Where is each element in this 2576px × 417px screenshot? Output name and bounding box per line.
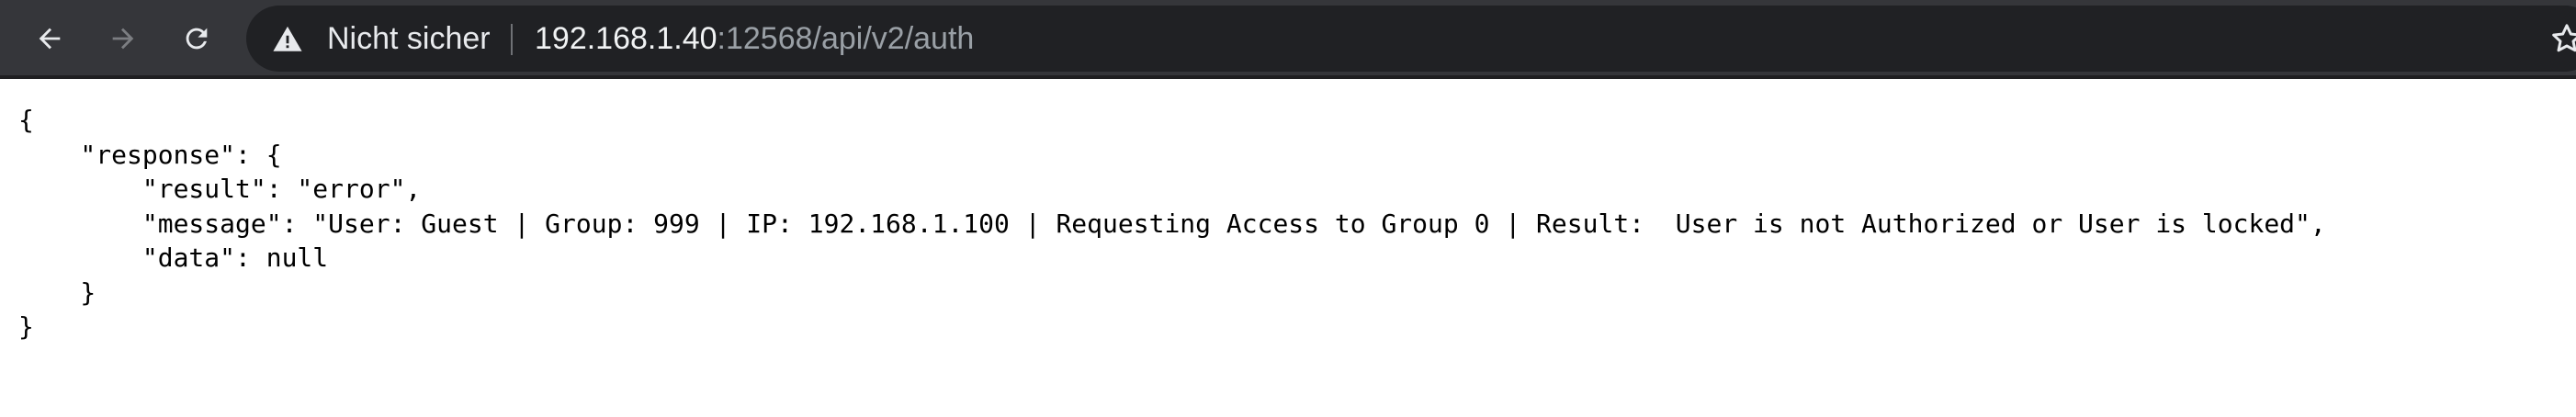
back-button[interactable] [27,16,73,62]
address-bar[interactable]: Nicht sicher 192.168.1.40:12568/api/v2/a… [246,6,2576,72]
reload-icon [186,28,208,50]
json-line: "message": "User: Guest | Group: 999 | I… [18,208,2326,239]
json-line: } [18,276,96,308]
forward-arrow-icon [112,28,134,50]
json-line: "result": "error", [18,174,422,204]
bookmark-star-icon[interactable] [2548,20,2576,57]
json-line: { [18,105,34,135]
warning-triangle-icon[interactable] [272,24,303,55]
json-response-text: { "response": { "result": "error", "mess… [18,103,2326,344]
security-status-label[interactable]: Nicht sicher [327,6,491,72]
reload-button[interactable] [174,16,220,62]
url-path: :12568/api/v2/auth [717,21,975,56]
url-text[interactable]: 192.168.1.40:12568/api/v2/auth [535,6,974,72]
browser-toolbar: Nicht sicher 192.168.1.40:12568/api/v2/a… [0,0,2576,79]
json-line: } [18,311,34,342]
json-line: "response": { [18,139,282,170]
back-arrow-icon [39,28,61,50]
page-content: { "response": { "result": "error", "mess… [0,83,2576,417]
url-host: 192.168.1.40 [535,21,717,56]
omnibox-divider [511,24,513,55]
json-line: "data": null [18,242,329,273]
forward-button[interactable] [100,16,146,62]
